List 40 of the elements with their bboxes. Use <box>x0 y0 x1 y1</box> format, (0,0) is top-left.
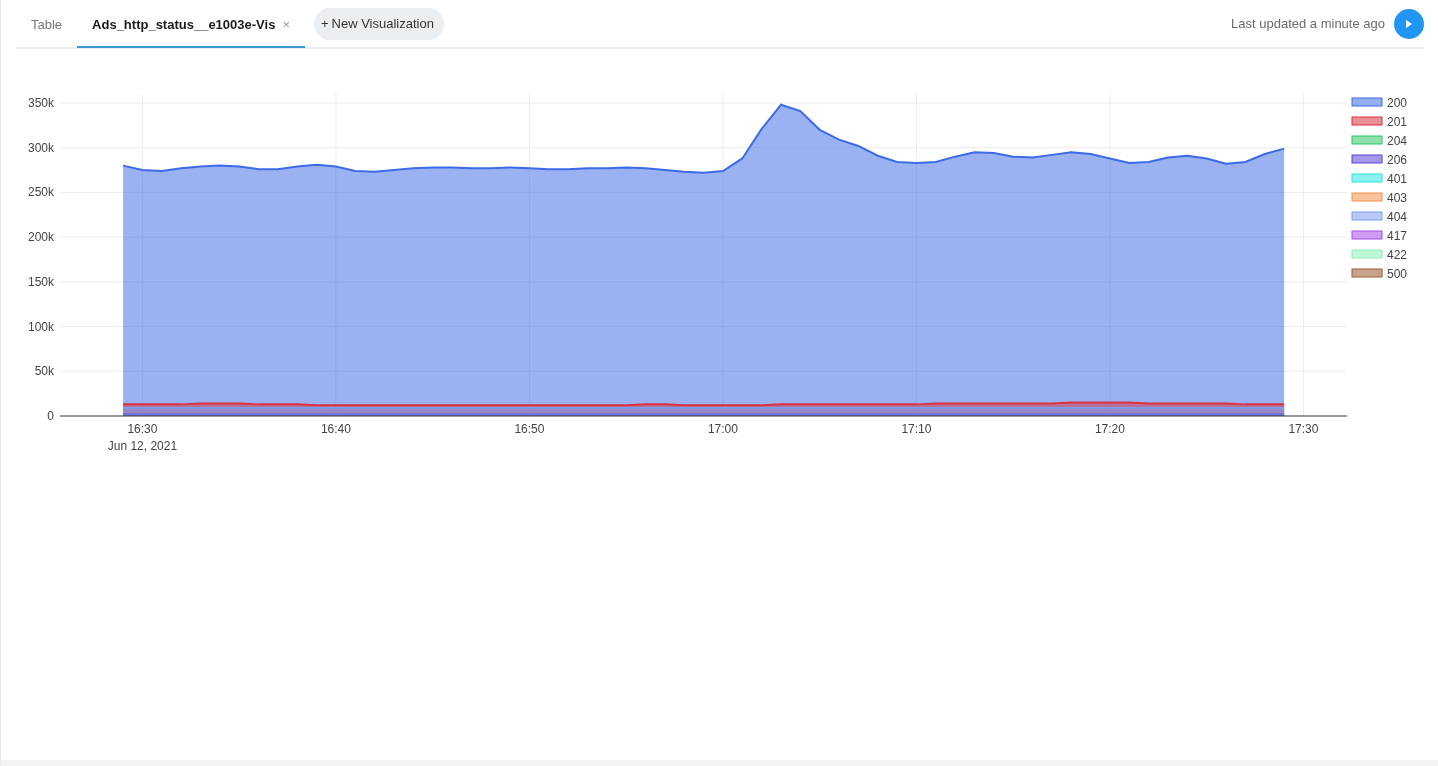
legend-label[interactable]: 403 <box>1387 191 1408 205</box>
x-axis-label: 17:30 <box>1288 422 1319 436</box>
legend-label[interactable]: 206 <box>1387 153 1408 167</box>
play-button[interactable] <box>1394 8 1424 39</box>
legend-swatch[interactable] <box>1351 192 1383 202</box>
legend-label[interactable]: 401 <box>1387 172 1408 186</box>
x-axis-label: 16:50 <box>514 422 545 436</box>
tab[interactable]: Ads_http_status__e1003e-Vis × <box>77 1 305 48</box>
play-icon <box>1406 19 1412 28</box>
x-axis-label: 16:40 <box>320 422 351 436</box>
legend-swatch[interactable] <box>1351 135 1383 145</box>
x-axis-label: 16:30 <box>127 422 158 436</box>
x-axis-label: 17:10 <box>901 422 932 436</box>
legend-label[interactable]: 204 <box>1387 134 1408 148</box>
y-axis-label: 150k <box>27 274 54 289</box>
y-axis-label: 50k <box>34 364 54 379</box>
legend-swatch[interactable] <box>1351 154 1383 164</box>
legend-label[interactable]: 417 <box>1387 229 1408 243</box>
x-axis-label: 17:00 <box>707 422 738 436</box>
x-axis-label: 17:20 <box>1094 422 1125 436</box>
tab[interactable]: Table <box>16 1 78 48</box>
y-axis-label: 300k <box>27 140 54 155</box>
legend-swatch[interactable] <box>1351 268 1383 278</box>
y-axis-label: 350k <box>27 96 54 110</box>
y-axis-label: 0 <box>47 409 54 423</box>
legend-label[interactable]: 500 <box>1387 267 1408 281</box>
legend-label[interactable]: 404 <box>1387 210 1408 224</box>
legend-label[interactable]: 200 <box>1387 96 1408 110</box>
y-axis-label: 200k <box>27 230 54 245</box>
legend-swatch[interactable] <box>1351 211 1383 221</box>
legend-swatch[interactable] <box>1351 97 1383 107</box>
y-axis-label: 100k <box>27 319 54 334</box>
y-axis-label: 250k <box>27 185 54 200</box>
date-label: Jun 12, 2021 <box>107 439 178 453</box>
legend-label[interactable]: 422 <box>1387 248 1408 262</box>
new-visualization-button[interactable]: + New Visualization <box>313 7 444 40</box>
legend-swatch[interactable] <box>1351 230 1383 240</box>
last-updated-text: Last updated a minute ago <box>1231 16 1385 31</box>
legend-label[interactable]: 201 <box>1387 115 1408 129</box>
legend-swatch[interactable] <box>1351 116 1383 126</box>
